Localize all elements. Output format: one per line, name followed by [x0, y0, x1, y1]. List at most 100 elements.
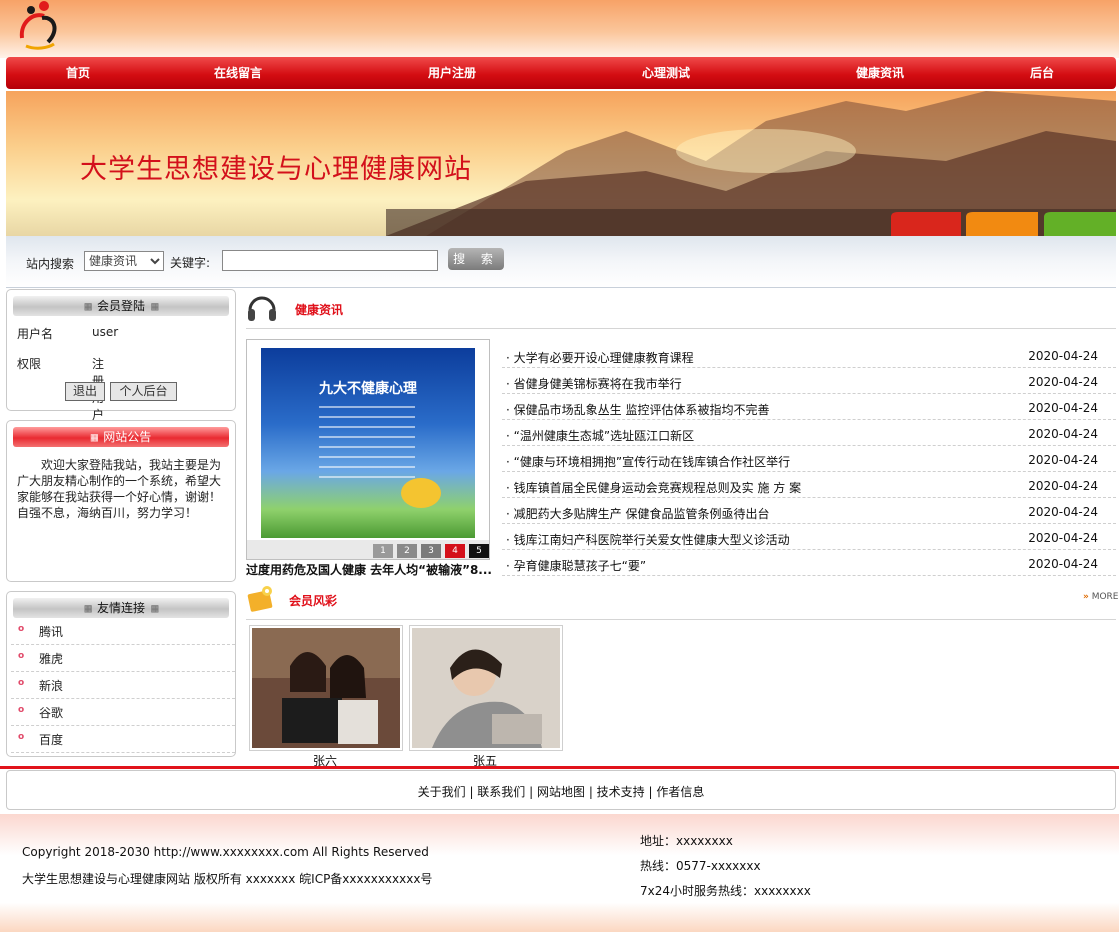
username-label: 用户名: [17, 327, 54, 341]
news-item[interactable]: · 大学有必要开设心理健康教育课程 2020-04-24: [502, 342, 1116, 368]
header-grid-icon: ▦: [145, 601, 158, 615]
friend-link-item[interactable]: o 谷歌: [11, 699, 235, 726]
footer-link-bar: 关于我们 | 联系我们 | 网站地图 | 技术支持 | 作者信息: [6, 770, 1116, 810]
slide-page-5[interactable]: 5: [469, 544, 489, 558]
nav-home[interactable]: 首页: [28, 57, 128, 89]
notice-box: ▦ 网站公告 欢迎大家登陆我站，我站主要是为广大朋友精心制作的一个系统，希望大家…: [6, 420, 246, 582]
friend-link-item[interactable]: o 腾讯: [11, 618, 235, 645]
footer-link-contact[interactable]: 联系我们: [477, 785, 525, 799]
member-photo[interactable]: [412, 628, 560, 748]
poster-text: 九大不健康心理: [319, 381, 417, 397]
featured-caption[interactable]: 过度用药危及国人健康 去年人均“被输液”8...: [246, 561, 492, 578]
news-title[interactable]: · 省健身健美锦标赛将在我市举行: [506, 375, 682, 392]
search-button[interactable]: 搜 索: [448, 248, 504, 270]
slide-page-4[interactable]: 4: [445, 544, 465, 558]
more-link[interactable]: » MORE: [1083, 592, 1119, 602]
news-title[interactable]: · 减肥药大多贴牌生产 保健食品监管条例亟待出台: [506, 505, 769, 522]
friend-link-label[interactable]: 谷歌: [39, 704, 63, 721]
news-item[interactable]: · 孕育健康聪慧孩子七“要” 2020-04-24: [502, 550, 1116, 576]
member-photo-card[interactable]: [249, 625, 403, 751]
news-title[interactable]: · 钱库江南妇产科医院举行关爱女性健康大型义诊活动: [506, 531, 790, 548]
friend-link-label[interactable]: 新浪: [39, 677, 63, 694]
featured-slideshow[interactable]: 九大不健康心理 1 2 3 4 5: [246, 339, 490, 560]
bullet-icon: o: [18, 624, 25, 634]
hotline-text: 热线：0577-xxxxxxx: [640, 859, 761, 873]
news-date: 2020-04-24: [1028, 505, 1098, 519]
service-hotline-text: 7x24小时服务热线：xxxxxxxx: [640, 884, 811, 898]
news-item[interactable]: · 省健身健美锦标赛将在我市举行 2020-04-24: [502, 368, 1116, 394]
top-header-bar: [0, 0, 1119, 58]
footer-link-support[interactable]: 技术支持: [597, 785, 645, 799]
member-photo[interactable]: [252, 628, 400, 748]
news-item[interactable]: · 保健品市场乱象丛生 监控评估体系被指均不完善 2020-04-24: [502, 394, 1116, 420]
friend-link-label[interactable]: 百度: [39, 731, 63, 748]
keyword-input[interactable]: [222, 250, 438, 271]
news-title[interactable]: · 保健品市场乱象丛生 监控评估体系被指均不完善: [506, 401, 769, 418]
headphones-icon: [248, 296, 276, 321]
banner: 大学生思想建设与心理健康网站: [6, 91, 1116, 236]
nav-guestbook[interactable]: 在线留言: [188, 57, 288, 89]
health-news-title: 健康资讯: [295, 303, 344, 317]
search-category-select[interactable]: 健康资讯: [84, 251, 164, 271]
friend-link-label[interactable]: 雅虎: [39, 650, 63, 667]
footer-link-sitemap[interactable]: 网站地图: [537, 785, 585, 799]
bullet-icon: o: [18, 678, 25, 688]
bullet-icon: o: [18, 705, 25, 715]
news-date: 2020-04-24: [1028, 401, 1098, 415]
footer-links: 关于我们 | 联系我们 | 网站地图 | 技术支持 | 作者信息: [417, 785, 705, 799]
news-date: 2020-04-24: [1028, 453, 1098, 467]
footer-divider: [0, 766, 1119, 769]
news-date: 2020-04-24: [1028, 557, 1098, 571]
news-item[interactable]: · “温州健康生态城”选址瓯江口新区 2020-04-24: [502, 420, 1116, 446]
site-logo: [19, 1, 57, 50]
featured-poster-image[interactable]: 九大不健康心理: [261, 348, 475, 538]
poster-text-lines: [319, 406, 415, 486]
login-box-header: ▦ 会员登陆 ▦: [13, 296, 229, 316]
news-item[interactable]: · “健康与环境相拥抱”宣传行动在钱库镇合作社区举行 2020-04-24: [502, 446, 1116, 472]
news-title[interactable]: · “温州健康生态城”选址瓯江口新区: [506, 427, 694, 444]
news-item[interactable]: · 减肥药大多贴牌生产 保健食品监管条例亟待出台 2020-04-24: [502, 498, 1116, 524]
nav-health-news[interactable]: 健康资讯: [830, 57, 930, 89]
news-date: 2020-04-24: [1028, 531, 1098, 545]
friend-link-item[interactable]: o 雅虎: [11, 645, 235, 672]
username-row: 用户名 user: [17, 325, 118, 342]
friend-link-item[interactable]: o 百度: [11, 726, 235, 753]
bullet-icon: o: [18, 651, 25, 661]
friend-link-item[interactable]: o 新浪: [11, 672, 235, 699]
footer-link-author[interactable]: 作者信息: [656, 785, 704, 799]
slide-page-2[interactable]: 2: [397, 544, 417, 558]
bullet-icon: o: [18, 732, 25, 742]
nav-admin[interactable]: 后台: [992, 57, 1092, 89]
login-box: ▦ 会员登陆 ▦ 用户名 user 权限 注册用户 退出 个人后台: [6, 289, 236, 422]
footer-link-about[interactable]: 关于我们: [418, 785, 466, 799]
section-divider: [246, 328, 1116, 329]
logout-button[interactable]: 退出: [65, 382, 105, 401]
news-item[interactable]: · 钱库镇首届全民健身运动会竞赛规程总则及实 施 方 案 2020-04-24: [502, 472, 1116, 498]
notice-text: 欢迎大家登陆我站，我站主要是为广大朋友精心制作的一个系统，希望大家能够在我站获得…: [17, 458, 246, 520]
news-title[interactable]: · 大学有必要开设心理健康教育课程: [506, 349, 694, 366]
header-grid-icon: ▦: [90, 430, 104, 444]
footer: Copyright 2018-2030 http://www.xxxxxxxx.…: [0, 814, 1119, 932]
news-title[interactable]: · 孕育健康聪慧孩子七“要”: [506, 557, 646, 574]
owner-text: 大学生思想建设与心理健康网站 版权所有 xxxxxxx 皖ICP备xxxxxxx…: [22, 872, 433, 886]
member-photo-card[interactable]: [409, 625, 563, 751]
slide-page-1[interactable]: 1: [373, 544, 393, 558]
friend-links-title: 友情连接: [96, 601, 145, 615]
login-box-title: 会员登陆: [96, 299, 145, 313]
search-bar: 站内搜索 健康资讯 关键字: 搜 索: [6, 236, 1116, 288]
role-label: 权限: [17, 357, 42, 371]
news-item[interactable]: · 钱库江南妇产科医院举行关爱女性健康大型义诊活动 2020-04-24: [502, 524, 1116, 550]
address-text: 地址：xxxxxxxx: [640, 834, 733, 848]
news-title[interactable]: · 钱库镇首届全民健身运动会竞赛规程总则及实 施 方 案: [506, 479, 801, 496]
members-title: 会员风彩: [289, 594, 338, 608]
slide-page-3[interactable]: 3: [421, 544, 441, 558]
news-date: 2020-04-24: [1028, 375, 1098, 389]
site-title: 大学生思想建设与心理健康网站: [80, 154, 472, 185]
friend-link-label[interactable]: 腾讯: [39, 623, 63, 640]
nav-psych-test[interactable]: 心理测试: [616, 57, 716, 89]
header-grid-icon: ▦: [145, 299, 158, 313]
news-title[interactable]: · “健康与环境相拥抱”宣传行动在钱库镇合作社区举行: [506, 453, 790, 470]
personal-backend-button[interactable]: 个人后台: [110, 382, 177, 401]
nav-register[interactable]: 用户注册: [402, 57, 502, 89]
news-date: 2020-04-24: [1028, 349, 1098, 363]
